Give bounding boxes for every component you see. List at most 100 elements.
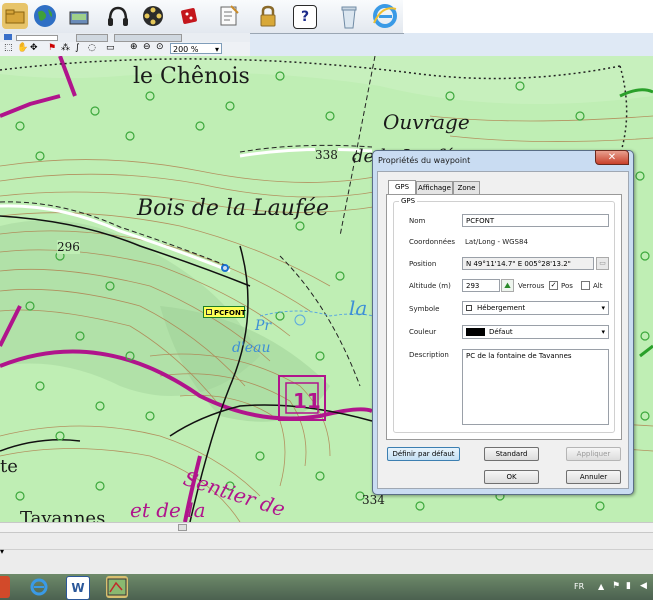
headphones-icon[interactable]: [105, 3, 131, 29]
symbole-value: Hébergement: [477, 304, 526, 312]
altitude-value: 293: [466, 282, 480, 290]
altitude-field[interactable]: 293: [462, 279, 500, 292]
view-controls[interactable]: [114, 34, 182, 42]
zoom-value: 200 %: [173, 45, 199, 54]
nom-field[interactable]: PCFONT: [462, 214, 609, 227]
map-label-et-de-la: et de la: [130, 498, 206, 522]
symbole-select[interactable]: Hébergement ▾: [462, 301, 609, 315]
chevron-down-icon: ▾: [601, 304, 605, 312]
map-label-altitude-338: 338: [315, 148, 338, 162]
area-tool-icon[interactable]: ◌: [88, 43, 96, 53]
coordonnees-label: Coordonnées: [409, 238, 456, 246]
measure-tool-icon[interactable]: ▭: [106, 43, 115, 53]
layer-icon[interactable]: [4, 34, 12, 40]
zoom-select[interactable]: 200 % ▾: [170, 43, 222, 54]
word-icon: W: [71, 581, 85, 595]
dialog-body: GPS Affichage Zone GPS Nom PCFONT Coordo…: [377, 171, 629, 489]
pos-checkbox[interactable]: ✓: [549, 281, 558, 290]
track-tool-icon[interactable]: ∫: [75, 43, 80, 53]
lodging-icon: [206, 309, 212, 315]
coordonnees-value: Lat/Long - WGS84: [465, 238, 528, 246]
status-combo[interactable]: ▾: [0, 547, 10, 561]
alt-label: Alt: [593, 282, 603, 290]
globe-icon[interactable]: [32, 3, 58, 29]
move-tool-icon[interactable]: ✥: [30, 43, 38, 53]
chevron-down-icon: ▾: [214, 45, 219, 54]
altitude-label: Altitude (m): [409, 282, 451, 290]
word-taskbar-icon[interactable]: W: [66, 576, 90, 600]
waypoint-properties-dialog: Propriétés du waypoint ✕ GPS Affichage Z…: [372, 150, 634, 495]
couleur-value: Défaut: [489, 328, 513, 336]
gps-device-icon[interactable]: [66, 3, 92, 29]
set-default-button[interactable]: Définir par défaut: [387, 447, 460, 461]
waypoint-marker[interactable]: PCFONT: [203, 306, 246, 318]
map-label-bois: Bois de la Laufée: [137, 196, 330, 221]
altitude-lookup-button[interactable]: ⛰: [501, 279, 514, 292]
nom-label: Nom: [409, 217, 426, 225]
color-swatch: [466, 328, 485, 336]
ok-button[interactable]: OK: [484, 470, 539, 484]
waypoint-label: PCFONT: [214, 309, 246, 317]
input-language-indicator[interactable]: FR: [574, 582, 584, 591]
tab-affichage[interactable]: Affichage: [416, 181, 453, 194]
flag-tool-icon[interactable]: ⚑: [48, 43, 56, 53]
tab-gps[interactable]: GPS: [388, 180, 416, 194]
dice-icon[interactable]: [178, 3, 204, 29]
internet-explorer-taskbar-icon[interactable]: [26, 576, 52, 598]
tray-chevron-icon[interactable]: ▲: [598, 582, 604, 591]
lodging-icon: [466, 305, 472, 311]
map-app-taskbar-icon[interactable]: [106, 576, 128, 598]
check-icon: ✓: [550, 281, 557, 289]
checklist-icon[interactable]: [216, 3, 242, 29]
terrain-icon: ⛰: [504, 281, 511, 290]
map-label-altitude-334: 334: [362, 493, 385, 507]
description-textarea[interactable]: PC de la fontaine de Tavannes: [462, 349, 609, 425]
map-label-number-11: 11: [293, 389, 321, 413]
position-edit-button[interactable]: ▭: [596, 257, 609, 270]
flag-icon[interactable]: ⚑: [612, 581, 620, 591]
help-icon[interactable]: ?: [293, 5, 317, 29]
map-label-pr: Pr: [255, 318, 272, 334]
map-label-deau: d'eau: [232, 340, 271, 356]
zoom-fit-icon[interactable]: ⊙: [156, 42, 164, 52]
waypoint-pin-icon[interactable]: [221, 264, 229, 272]
standard-button[interactable]: Standard: [484, 447, 539, 461]
chevron-down-icon: ▾: [0, 547, 5, 556]
route-tool-icon[interactable]: ⁂: [61, 43, 70, 53]
apply-button[interactable]: Appliquer: [566, 447, 621, 461]
folder-icon[interactable]: [2, 3, 28, 29]
chevron-down-icon: ▾: [601, 328, 605, 336]
groupbox-label: GPS: [399, 197, 418, 205]
start-button[interactable]: [0, 576, 10, 598]
tab-zone[interactable]: Zone: [453, 181, 480, 194]
couleur-select[interactable]: Défaut ▾: [462, 325, 609, 339]
close-button[interactable]: ✕: [595, 150, 629, 165]
select-tool-icon[interactable]: ⬚: [4, 43, 13, 53]
windows-taskbar: W ▲ ⚑ ▮ ◀: [0, 574, 653, 600]
cancel-button[interactable]: Annuler: [566, 470, 621, 484]
pan-tool-icon[interactable]: ✋: [17, 43, 28, 53]
internet-explorer-icon[interactable]: [372, 3, 398, 29]
alt-checkbox[interactable]: [581, 281, 590, 290]
description-label: Description: [409, 351, 449, 359]
map-label-ouvrage: Ouvrage: [383, 110, 470, 134]
lock-icon[interactable]: [255, 3, 281, 29]
zoom-out-icon[interactable]: ⊖: [143, 42, 151, 52]
position-label: Position: [409, 260, 437, 268]
map-label-altitude-296: 296: [57, 240, 80, 254]
pos-label: Pos: [561, 282, 573, 290]
layer-controls[interactable]: [76, 34, 108, 42]
scrollbar-thumb[interactable]: [178, 524, 187, 531]
couleur-label: Couleur: [409, 328, 437, 336]
position-field: N 49°11'14.7" E 005°28'13.2": [462, 257, 594, 270]
film-reel-icon[interactable]: [140, 3, 166, 29]
map-label-chenois: le Chênois: [133, 64, 250, 89]
zoom-in-icon[interactable]: ⊕: [130, 42, 138, 52]
opacity-slider[interactable]: [16, 35, 58, 41]
nom-value: PCFONT: [466, 217, 495, 225]
volume-icon[interactable]: ◀: [640, 581, 647, 591]
recycle-bin-icon[interactable]: [336, 3, 362, 29]
edit-icon: ▭: [599, 259, 606, 267]
map-label-tavannes: Tavannes: [20, 508, 106, 522]
network-icon[interactable]: ▮: [626, 581, 631, 591]
